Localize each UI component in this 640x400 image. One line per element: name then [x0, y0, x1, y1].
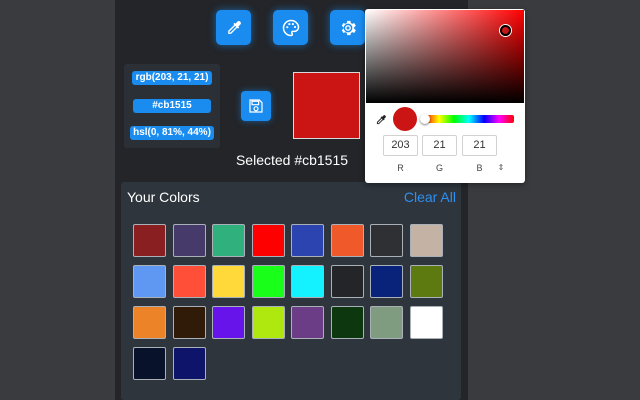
saved-color-swatch[interactable] — [252, 265, 285, 298]
blue-input[interactable]: 21 — [462, 135, 497, 156]
selected-color-label: Selected #cb1515 — [235, 152, 349, 168]
saved-color-swatch[interactable] — [252, 224, 285, 257]
saved-color-swatch[interactable] — [173, 347, 206, 380]
red-label: R — [397, 163, 404, 173]
saturation-value-handle[interactable] — [500, 25, 511, 36]
format-toggle-button[interactable]: ⇕ — [496, 162, 506, 174]
saved-color-swatch[interactable] — [133, 224, 166, 257]
your-colors-title: Your Colors — [127, 189, 200, 205]
hsl-value[interactable]: hsl(0, 81%, 44%) — [130, 126, 214, 140]
palette-icon — [282, 19, 299, 36]
saturation-value-area[interactable] — [366, 10, 524, 103]
saved-color-swatch[interactable] — [331, 224, 364, 257]
saved-color-swatch[interactable] — [331, 306, 364, 339]
saved-color-swatch[interactable] — [370, 306, 403, 339]
clear-all-link[interactable]: Clear All — [396, 189, 456, 205]
color-preview-circle — [393, 107, 417, 131]
saved-color-swatch[interactable] — [212, 306, 245, 339]
saved-color-swatch[interactable] — [173, 224, 206, 257]
red-input[interactable]: 203 — [383, 135, 418, 156]
rgb-value[interactable]: rgb(203, 21, 21) — [132, 71, 212, 85]
hex-value[interactable]: #cb1515 — [133, 99, 211, 113]
eyedropper-icon[interactable] — [374, 113, 388, 127]
saved-color-swatch[interactable] — [291, 265, 324, 298]
palette-button[interactable] — [273, 10, 308, 45]
settings-button[interactable] — [330, 10, 365, 45]
floppy-disk-icon — [249, 99, 263, 113]
saved-color-swatch[interactable] — [133, 265, 166, 298]
blue-label: B — [476, 163, 483, 173]
hue-slider-thumb[interactable] — [420, 114, 430, 124]
saved-color-swatch[interactable] — [173, 265, 206, 298]
saved-color-swatch[interactable] — [133, 347, 166, 380]
gear-icon — [341, 20, 356, 35]
saved-color-swatch[interactable] — [212, 265, 245, 298]
color-picker-popup: 203 21 21 R G B ⇕ — [365, 9, 525, 183]
saved-color-swatch[interactable] — [133, 306, 166, 339]
saved-color-swatch[interactable] — [252, 306, 285, 339]
saved-color-swatch[interactable] — [291, 306, 324, 339]
eyedropper-button[interactable] — [216, 10, 251, 45]
saved-color-swatch[interactable] — [410, 306, 443, 339]
saved-color-swatch[interactable] — [173, 306, 206, 339]
saved-color-swatch[interactable] — [370, 224, 403, 257]
saved-color-swatch[interactable] — [331, 265, 364, 298]
saved-color-swatch[interactable] — [370, 265, 403, 298]
saved-color-swatch[interactable] — [410, 265, 443, 298]
color-formats-box: rgb(203, 21, 21) #cb1515 hsl(0, 81%, 44%… — [124, 64, 220, 148]
green-label: G — [435, 163, 443, 173]
green-input[interactable]: 21 — [422, 135, 457, 156]
saved-color-swatch[interactable] — [410, 224, 443, 257]
saved-color-swatch[interactable] — [291, 224, 324, 257]
selected-color-swatch — [293, 72, 360, 139]
save-color-button[interactable] — [241, 91, 271, 121]
eyedropper-icon — [227, 20, 241, 34]
saved-color-swatch[interactable] — [212, 224, 245, 257]
hue-slider[interactable] — [424, 115, 514, 123]
